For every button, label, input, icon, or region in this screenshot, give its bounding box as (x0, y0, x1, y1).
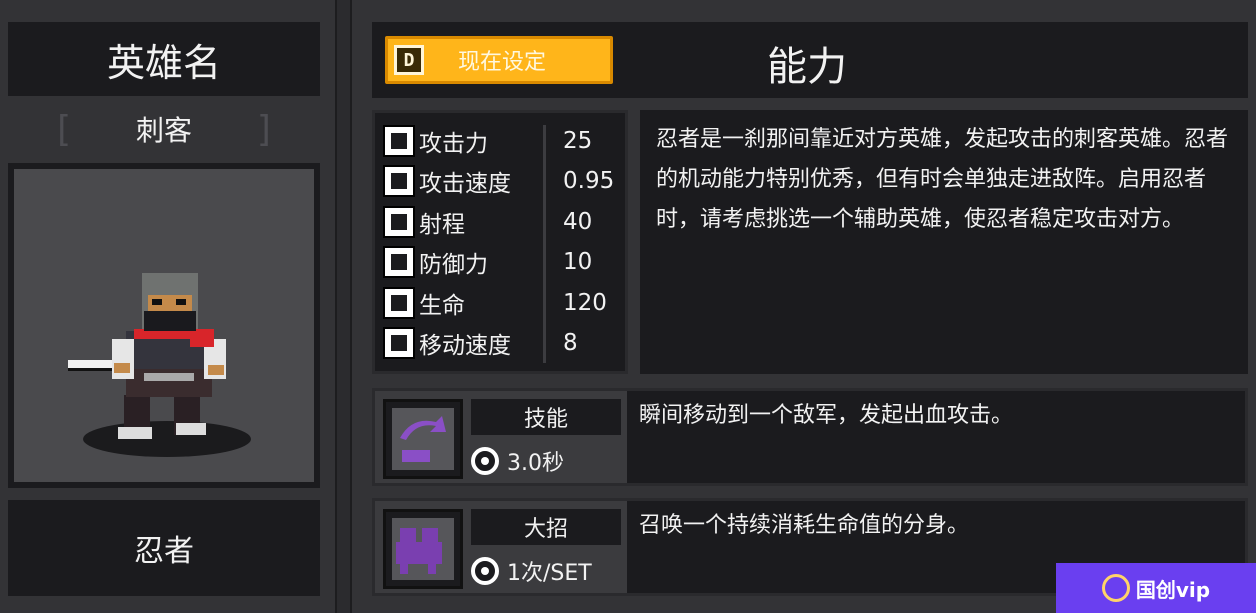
ultimate-name: 大招 (471, 509, 621, 545)
ultimate-description-text: 召唤一个持续消耗生命值的分身。 (639, 513, 970, 538)
ultimate-info: 大招 1次/SET (375, 501, 627, 593)
stat-value: 10 (563, 249, 593, 275)
boot-icon (383, 327, 415, 359)
skill-name: 技能 (471, 399, 621, 435)
skill-icon-frame (392, 408, 454, 470)
ability-header: D 现在设定 能力 (372, 22, 1248, 98)
page-title: 能力 (767, 44, 847, 90)
watermark-text: 国创vip (1135, 577, 1211, 602)
watermark-logo-icon (1101, 574, 1130, 602)
cooldown-icon (471, 447, 499, 475)
stat-row-attack-speed: 攻击速度 0.95 (383, 161, 623, 201)
skill-row: 技能 3.0秒 瞬间移动到一个敌军，发起出血攻击。 (372, 388, 1248, 486)
bracket-left: [ (52, 108, 74, 150)
ultimate-cooldown: 1次/SET (471, 553, 592, 589)
stat-row-health: 生命 120 (383, 283, 623, 323)
set-now-button[interactable]: D 现在设定 (385, 36, 613, 84)
stat-row-attack: 攻击力 25 (383, 121, 623, 161)
stat-value: 0.95 (563, 168, 615, 194)
stats-table: 攻击力 25 攻击速度 0.95 射程 40 防御力 10 生命 120 移动速… (372, 110, 628, 374)
ultimate-icon-frame (392, 518, 454, 580)
set-now-label: 现在设定 (457, 50, 546, 75)
hero-description: 忍者是一刹那间靠近对方英雄，发起攻击的刺客英雄。忍者的机动能力特别优秀，但有时会… (640, 110, 1248, 374)
bracket-right: ] (254, 108, 276, 150)
d-key-icon: D (394, 45, 424, 75)
stat-row-move-speed: 移动速度 8 (383, 323, 623, 363)
hero-portrait (8, 163, 320, 488)
hero-name-title-text: 英雄名 (106, 40, 221, 85)
hero-name-text: 忍者 (134, 534, 194, 569)
stat-value: 8 (563, 330, 578, 356)
stat-label: 生命 (419, 293, 465, 319)
stat-value: 40 (563, 209, 593, 235)
ultimate-clone-icon (383, 509, 463, 589)
health-cross-icon (383, 287, 415, 319)
attack-speed-icon (383, 165, 415, 197)
stat-value: 120 (563, 290, 607, 316)
hero-description-text: 忍者是一刹那间靠近对方英雄，发起攻击的刺客英雄。忍者的机动能力特别优秀，但有时会… (656, 127, 1229, 232)
stat-label: 移动速度 (419, 333, 511, 359)
shield-icon (383, 246, 415, 278)
hero-portrait-frame (14, 169, 314, 482)
skill-description-text: 瞬间移动到一个敌军，发起出血攻击。 (639, 403, 1014, 428)
d-key-label: D (403, 49, 415, 71)
stat-label: 攻击力 (419, 131, 488, 157)
skill-dash-art (400, 416, 446, 462)
hero-name: 忍者 (8, 500, 320, 596)
hero-name-title: 英雄名 (8, 22, 320, 96)
stat-row-range: 射程 40 (383, 202, 623, 242)
hero-class-row: [ 刺客 ] (52, 106, 276, 152)
stat-value: 25 (563, 128, 593, 154)
cooldown-icon (471, 557, 499, 585)
ninja-sprite (68, 273, 251, 457)
skill-description: 瞬间移动到一个敌军，发起出血攻击。 (627, 391, 1245, 483)
stat-row-defense: 防御力 10 (383, 242, 623, 282)
hero-class: 刺客 (135, 114, 192, 147)
skill-info: 技能 3.0秒 (375, 391, 627, 483)
stat-label: 攻击速度 (419, 171, 511, 197)
sword-icon (383, 125, 415, 157)
stat-label: 射程 (419, 212, 465, 238)
skill-dash-icon (383, 399, 463, 479)
skill-cooldown-value: 3.0秒 (507, 451, 564, 476)
range-icon (383, 206, 415, 238)
skill-cooldown: 3.0秒 (471, 443, 564, 479)
stat-label: 防御力 (419, 252, 488, 278)
watermark-badge: 国创vip (1056, 563, 1256, 613)
ability-panel: D 现在设定 能力 攻击力 25 攻击速度 0.95 射程 40 防御力 10 (350, 0, 1256, 613)
ultimate-cooldown-value: 1次/SET (507, 561, 592, 586)
hero-info-panel: 英雄名 [ 刺客 ] 忍者 (0, 0, 337, 613)
ultimate-clone-art (396, 528, 442, 574)
